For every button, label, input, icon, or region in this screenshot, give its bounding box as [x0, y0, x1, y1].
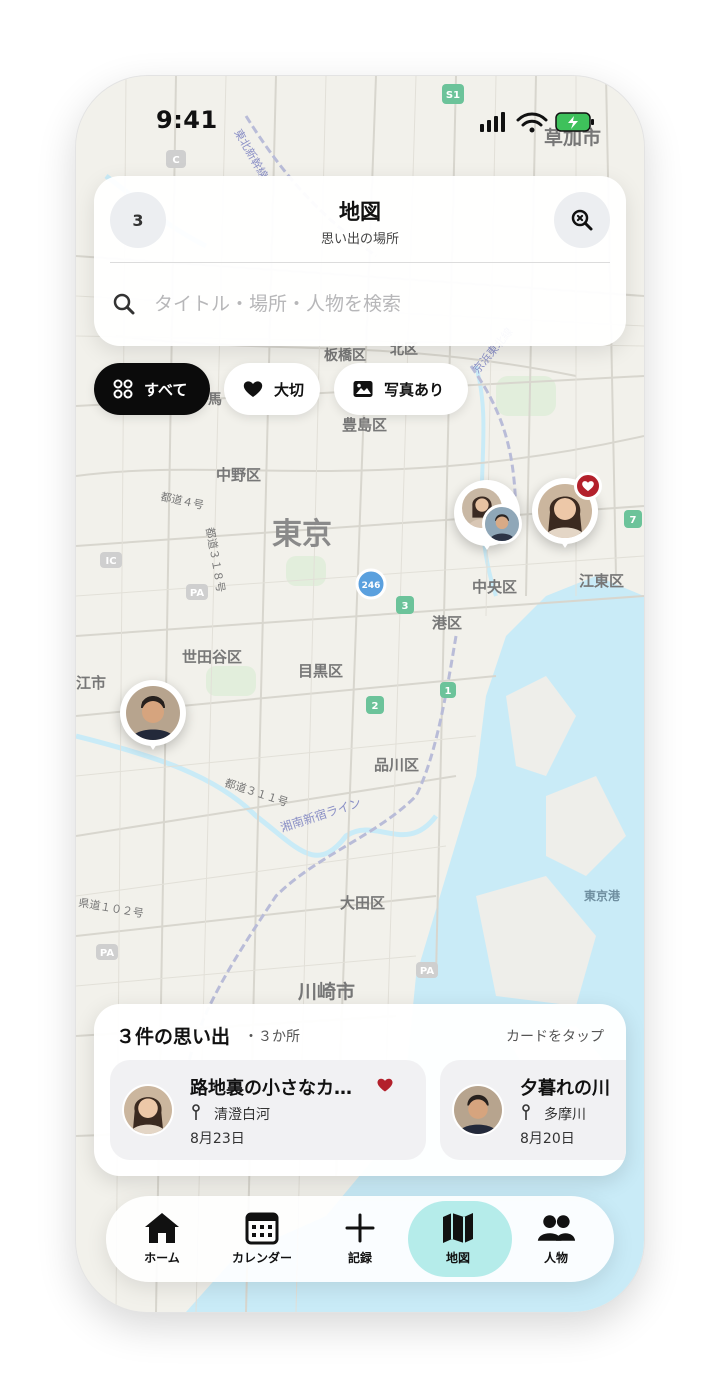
map-label-tokyo-port: 東京港 — [584, 888, 621, 903]
people-icon — [537, 1215, 576, 1241]
search-input[interactable] — [154, 293, 610, 315]
search-icon — [113, 293, 135, 315]
status-bar: 9:41 — [76, 76, 644, 172]
favorite-badge — [574, 472, 602, 500]
avatar-man — [126, 686, 180, 740]
ic-label-2: IC — [105, 556, 116, 567]
map-label-nakano: 中野区 — [216, 466, 261, 484]
map-label-meguro: 目黒区 — [298, 662, 343, 680]
memories-place-count: ・３か所 — [244, 1029, 300, 1045]
status-icons — [480, 112, 594, 133]
zoom-search-icon — [571, 209, 593, 231]
memory-date: 8月20日 — [520, 1131, 575, 1147]
signal-icon — [480, 112, 505, 132]
memory-place: 清澄白河 — [214, 1107, 270, 1123]
home-icon — [145, 1213, 179, 1243]
memory-card[interactable]: 路地裏の小さなカ… 清澄白河 8月23日 — [110, 1060, 426, 1160]
tab-people-label: 人物 — [543, 1251, 568, 1265]
map-label-ward-edge: 馬 — [208, 392, 222, 408]
memory-thumbnail — [122, 1084, 174, 1136]
map-icon — [443, 1213, 473, 1243]
pin-icon — [192, 1104, 200, 1120]
page-subtitle: 思い出の場所 — [320, 232, 399, 247]
zoom-fit-button[interactable] — [554, 192, 610, 248]
tab-people[interactable]: 人物 — [506, 1196, 606, 1282]
memories-title: ３件の思い出 — [116, 1026, 231, 1048]
tab-calendar[interactable]: カレンダー — [212, 1196, 312, 1282]
memories-carousel[interactable]: 路地裏の小さなカ… 清澄白河 8月23日 夕暮れの川 多摩川 8月20日 — [110, 1060, 626, 1160]
photo-icon — [353, 381, 373, 397]
status-time: 9:41 — [156, 106, 218, 134]
route-7-label: 7 — [630, 515, 637, 526]
plus-icon — [345, 1213, 375, 1243]
calendar-icon — [245, 1212, 279, 1245]
filter-chip-photo[interactable]: 写真あり — [334, 363, 468, 415]
filter-chip-photo-label: 写真あり — [384, 380, 445, 399]
phone-screen: S1 C 3 2 1 7 IC PA PA PA 246 草加市 東京 板橋区 … — [76, 76, 644, 1312]
tab-calendar-label: カレンダー — [231, 1251, 292, 1265]
memory-title: 路地裏の小さなカ… — [190, 1078, 352, 1099]
wifi-icon — [516, 112, 548, 127]
map-label-shinagawa: 品川区 — [374, 756, 419, 774]
route-1-label: 1 — [445, 686, 452, 697]
pa-label-1: PA — [190, 588, 204, 599]
tab-bar: ホーム カレンダー 記録 地図 人物 — [106, 1196, 614, 1282]
pa-label-2: PA — [100, 948, 114, 959]
avatar-man-thumb — [454, 1086, 502, 1134]
map-label-chuo: 中央区 — [472, 578, 517, 596]
favorite-heart-icon — [377, 1078, 393, 1092]
tab-record-label: 記録 — [347, 1251, 372, 1265]
tab-map-label: 地図 — [445, 1251, 470, 1265]
search-bar — [110, 276, 610, 332]
memory-thumbnail — [452, 1084, 504, 1136]
grid-icon — [113, 379, 133, 399]
battery-icon — [555, 112, 594, 132]
memory-place: 多摩川 — [544, 1107, 586, 1123]
route-3-label: 3 — [402, 601, 409, 612]
favorite-heart-icon — [582, 481, 594, 492]
memories-hint: カードをタップ — [506, 1029, 604, 1045]
filter-chip-favorite[interactable]: 大切 — [224, 363, 320, 415]
map-label-setagaya: 世田谷区 — [182, 648, 242, 666]
filter-chip-all[interactable]: すべて — [94, 363, 210, 415]
memories-card: ３件の思い出 ・３か所 カードをタップ 路地裏の小さなカ… 清澄白河 8月23日… — [94, 1004, 626, 1176]
tab-home-label: ホーム — [144, 1251, 180, 1265]
route-2-label: 2 — [372, 701, 379, 712]
map-label-itabashi: 板橋区 — [324, 347, 366, 364]
filter-chip-all-label: すべて — [144, 380, 188, 399]
tab-map[interactable]: 地図 — [408, 1196, 512, 1282]
memory-card[interactable]: 夕暮れの川 多摩川 8月20日 — [440, 1060, 626, 1160]
page-title: 地図 — [339, 200, 381, 224]
map-label-minato: 港区 — [432, 614, 462, 632]
heart-icon — [243, 381, 263, 397]
memory-date: 8月23日 — [190, 1131, 245, 1147]
map-label-koto: 江東区 — [579, 572, 624, 590]
pin-icon — [522, 1104, 530, 1120]
avatar-woman-thumb — [124, 1086, 172, 1134]
map-label-city-edge: 江市 — [76, 674, 106, 692]
map-label-tokyo: 東京 — [272, 517, 332, 552]
tab-home[interactable]: ホーム — [112, 1196, 212, 1282]
tab-record[interactable]: 記録 — [310, 1196, 410, 1282]
filter-chip-favorite-label: 大切 — [274, 380, 305, 399]
map-label-ota: 大田区 — [340, 894, 385, 912]
header-card: 3 地図 思い出の場所 — [94, 176, 626, 346]
map-label-toshima: 豊島区 — [342, 416, 387, 434]
avatar-man-small — [482, 504, 522, 544]
memory-title: 夕暮れの川 — [520, 1078, 610, 1099]
header-divider — [110, 262, 610, 263]
pa-label-3: PA — [420, 966, 434, 977]
map-label-kawasaki: 川崎市 — [297, 980, 355, 1003]
route-246-label: 246 — [362, 581, 381, 591]
